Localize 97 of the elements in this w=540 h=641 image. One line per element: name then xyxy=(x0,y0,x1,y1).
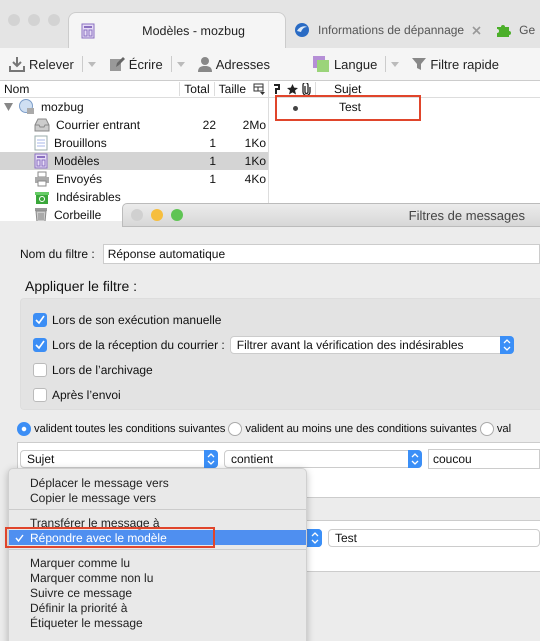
inbox-tray-icon xyxy=(34,118,50,132)
folder-row[interactable]: Indésirables xyxy=(0,188,268,206)
toolbar-button[interactable]: Écrire xyxy=(106,54,166,74)
folder-size: 1Ko xyxy=(244,136,267,150)
menu-item[interactable]: Définir la priorité à xyxy=(9,600,306,615)
input-field[interactable]: Réponse automatique xyxy=(102,244,540,264)
toolbar-button[interactable]: Adresses xyxy=(194,54,273,74)
toolbar-button[interactable]: Relever xyxy=(6,54,77,74)
template-icon xyxy=(34,153,48,169)
folder-total: 1 xyxy=(208,154,216,168)
select-field[interactable]: Sujet xyxy=(20,450,218,468)
tab[interactable]: Ge xyxy=(489,12,540,48)
radio-button[interactable] xyxy=(480,422,494,436)
up-down-arrows-icon xyxy=(411,453,419,465)
folder-name: Modèles xyxy=(54,154,100,168)
account-row[interactable]: mozbug xyxy=(0,98,268,116)
folder-total: 22 xyxy=(202,118,216,132)
menu-item[interactable]: Copier le message vers xyxy=(9,490,306,505)
dropdown-caret-icon[interactable] xyxy=(391,62,400,66)
radio-label: valident au moins une des conditions suivantes xyxy=(245,423,477,435)
section-heading: Appliquer le filtre : xyxy=(25,278,138,294)
dialog-title: Filtres de messages xyxy=(408,208,525,222)
menu-item[interactable]: Marquer comme lu xyxy=(9,555,306,570)
checkbox[interactable] xyxy=(33,338,47,352)
checkbox-label: Lors de la réception du courrier : xyxy=(52,338,225,352)
folder-name: Brouillons xyxy=(54,136,107,150)
folder-size: 4Ko xyxy=(244,172,267,186)
bird-globe-icon xyxy=(294,22,310,38)
column-header[interactable]: Total xyxy=(179,82,214,96)
dropdown-caret-icon[interactable] xyxy=(88,62,96,66)
menu-item[interactable]: Étiqueter le message xyxy=(9,615,306,630)
window-minimize-button[interactable] xyxy=(151,209,163,221)
folder-row[interactable]: Envoyés 1 4Ko xyxy=(0,170,268,188)
window-close-button[interactable] xyxy=(131,209,143,221)
star-icon[interactable] xyxy=(287,84,298,94)
column-header[interactable]: Sujet xyxy=(315,82,540,96)
person-icon xyxy=(198,56,212,72)
printer-icon xyxy=(34,171,50,187)
select-field[interactable]: Filtrer avant la vérification des indésirables xyxy=(230,336,514,354)
account-name: mozbug xyxy=(41,100,84,114)
folder-row[interactable]: Brouillons 1 1Ko xyxy=(0,134,268,152)
up-down-arrows-icon xyxy=(502,338,511,350)
template-icon xyxy=(81,22,95,38)
recycle-bin-icon xyxy=(34,189,50,205)
folder-row[interactable]: Modèles 1 1Ko xyxy=(0,152,268,170)
field-label: Nom du filtre : xyxy=(20,247,95,261)
dropdown-caret-icon[interactable] xyxy=(176,62,185,66)
funnel-icon xyxy=(412,57,426,71)
window-zoom-button[interactable] xyxy=(171,209,183,221)
menu-item[interactable]: Suivre ce message xyxy=(9,585,306,600)
folder-total: 1 xyxy=(208,172,216,186)
checkbox[interactable] xyxy=(33,312,47,326)
up-down-arrows-icon xyxy=(311,532,319,544)
radio-button[interactable] xyxy=(17,422,31,436)
checkbox-label: Lors de son exécution manuelle xyxy=(52,312,222,326)
puzzle-piece-icon xyxy=(495,22,512,38)
folder-name: Envoyés xyxy=(56,172,102,186)
toolbar-button[interactable]: Filtre rapide xyxy=(409,54,502,74)
thread-icon[interactable] xyxy=(273,83,283,95)
column-header[interactable]: Nom xyxy=(0,82,180,96)
menu-item[interactable]: Déplacer le message vers xyxy=(9,475,306,490)
paperclip-icon[interactable] xyxy=(302,83,311,95)
download-icon xyxy=(9,56,25,72)
folder-name: Indésirables xyxy=(56,190,121,204)
squares-icon xyxy=(312,55,330,73)
folder-total: 1 xyxy=(208,136,216,150)
menu-item[interactable]: Transférer le message à xyxy=(9,515,306,530)
checkbox-label: Lors de l’archivage xyxy=(52,362,153,376)
tab[interactable]: Modèles - mozbug xyxy=(68,12,286,48)
checkmark-icon xyxy=(15,534,24,542)
message-row[interactable]: Test xyxy=(269,98,540,116)
column-picker-icon[interactable] xyxy=(253,83,265,95)
folder-name: Corbeille xyxy=(54,208,102,221)
toolbar-button[interactable]: Langue xyxy=(308,53,380,75)
message-subject: Test xyxy=(339,100,362,114)
input-field[interactable]: coucou xyxy=(428,449,540,469)
column-header[interactable]: Taille xyxy=(214,82,250,96)
radio-button[interactable] xyxy=(228,422,242,436)
globe-lock-icon xyxy=(19,99,35,115)
up-down-arrows-icon xyxy=(207,453,215,465)
checkbox[interactable] xyxy=(33,362,47,376)
radio-label: val xyxy=(496,423,511,435)
select-field[interactable]: contient xyxy=(224,450,422,468)
menu-item[interactable]: Marquer comme non lu xyxy=(9,570,306,585)
radio-label: valident toutes les conditions suivantes xyxy=(34,423,226,435)
folder-name: Courrier entrant xyxy=(56,118,140,132)
select-field[interactable]: Test xyxy=(328,529,540,547)
folder-size: 1Ko xyxy=(244,154,267,168)
checkbox[interactable] xyxy=(33,388,47,402)
close-icon[interactable] xyxy=(472,26,482,34)
pencil-icon xyxy=(108,56,125,72)
tab[interactable]: Informations de dépannage xyxy=(288,12,488,48)
checkbox-label: Après l’envoi xyxy=(52,388,121,402)
folder-size: 2Mo xyxy=(242,118,267,132)
notepad-icon xyxy=(34,135,48,151)
expand-triangle-icon[interactable] xyxy=(4,103,13,111)
folder-row[interactable]: Courrier entrant 22 2Mo xyxy=(0,116,268,134)
